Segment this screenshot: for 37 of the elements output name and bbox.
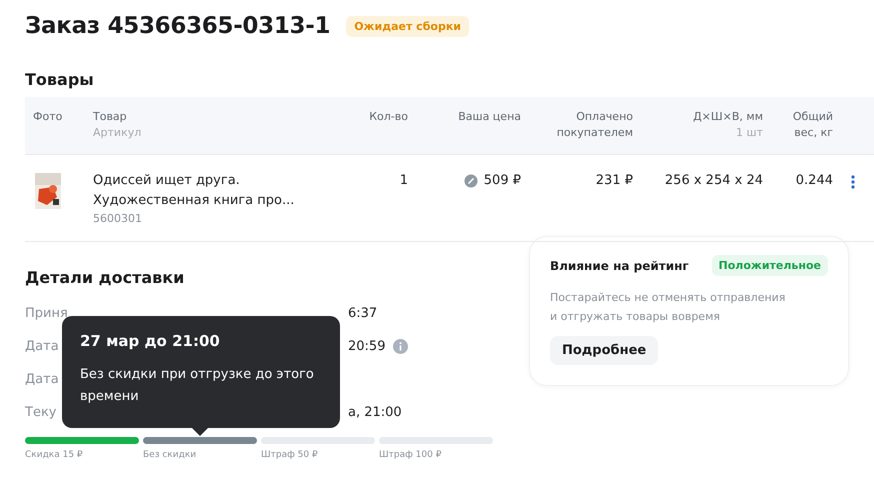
badge-icon <box>464 174 478 188</box>
more-icon[interactable] <box>851 175 855 189</box>
column-header: Фото <box>33 109 62 125</box>
table-cell-text: 0.244 <box>794 172 833 190</box>
table-cell-text: 1 <box>398 172 408 190</box>
column-header: Оплачено покупателем <box>556 109 633 141</box>
segment-label: Скидка 15 ₽ <box>25 450 84 460</box>
tooltip-title: 27 мар до 21:00 <box>80 332 221 350</box>
table-cell-text: 509 ₽ <box>484 172 521 190</box>
product-name: Одиссей ищет друга. Художественная книга про... <box>93 172 296 210</box>
detail-label: Теку <box>25 405 56 420</box>
column-header: Ваша цена <box>458 109 521 125</box>
detail-label: Приня <box>25 306 68 321</box>
detail-label: Дата <box>25 372 59 387</box>
order-title: Заказ 45366365-0313-1 <box>25 13 330 39</box>
detail-value: 6:37 <box>348 306 378 321</box>
segment-label: Штраф 100 ₽ <box>379 450 442 460</box>
segment-label: Без скидки <box>143 450 198 460</box>
rating-badge: Положительное <box>712 255 828 276</box>
product-sku: 5600301 <box>93 211 143 227</box>
detail-value: 20:59 <box>348 339 386 354</box>
column-header: Общий вес, кг <box>792 109 833 141</box>
tooltip-text: Без скидки при отгрузке до этого времени <box>80 366 315 406</box>
table-cell-text: 231 ₽ <box>594 172 633 190</box>
segment-label: Штраф 50 ₽ <box>261 450 319 460</box>
card-text: Постарайтесь не отменять отправления и отгружать товары вовремя <box>550 290 786 325</box>
more-button[interactable]: Подробнее <box>550 336 658 365</box>
section-heading: Товары <box>25 70 95 89</box>
column-header: Товар Артикул <box>93 109 142 141</box>
column-header: Д×Ш×В, мм 1 шт <box>693 109 763 141</box>
detail-value: а, 21:00 <box>348 405 402 420</box>
card-title: Влияние на рейтинг <box>550 258 689 272</box>
section-heading: Детали доставки <box>25 268 186 287</box>
detail-label: Дата <box>25 339 59 354</box>
status-badge: Ожидает сборки <box>346 16 469 36</box>
table-cell-text: 256 x 254 x 24 <box>664 172 763 190</box>
column-header: Кол-во <box>369 109 408 125</box>
